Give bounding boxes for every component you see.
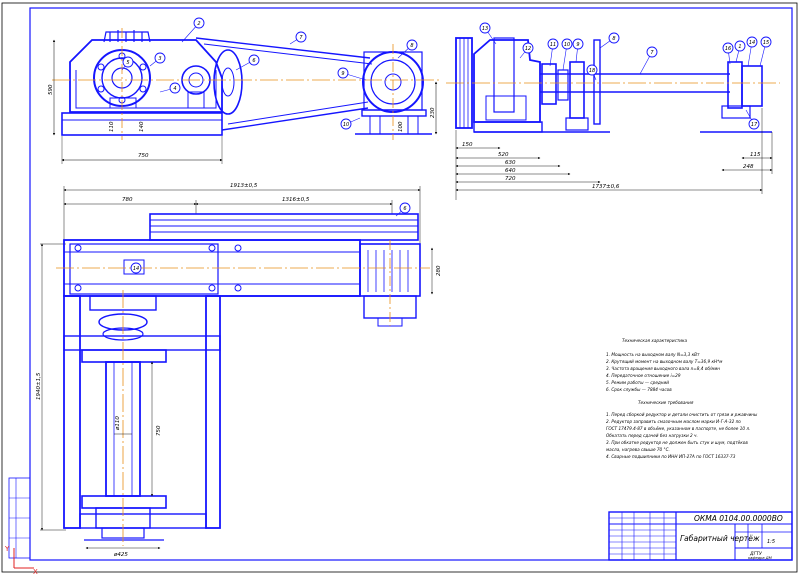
- dim-side-b: 520: [498, 152, 509, 158]
- dim-side-a: 150: [462, 142, 473, 148]
- dim-motor-height: 230: [430, 107, 436, 118]
- position-balloon: 7: [289, 31, 307, 45]
- position-balloon: 10: [340, 117, 361, 130]
- balloon-number: 4: [173, 86, 176, 92]
- tech-req-title: Технические требования: [638, 400, 694, 405]
- dim-plan-shaft-dia: ø110: [115, 416, 121, 431]
- plan-view: 1913±0,5 780 1316±0,5 1940±1,5 280 ø425: [36, 183, 442, 558]
- title-org-2: кафедра ДМ: [748, 556, 772, 560]
- position-balloon: 3: [149, 52, 166, 67]
- tech-req-block: Технические требования 1. Перед сборкой …: [606, 400, 758, 459]
- position-balloon: 11: [547, 38, 559, 67]
- balloon-number: 10: [564, 42, 570, 48]
- balloon-number: 13: [482, 26, 488, 32]
- tech-spec-block: Техническая характеристика 1. Мощность н…: [606, 338, 722, 392]
- dim-front-width: 750: [138, 153, 149, 159]
- note-line: 1. Перед сборкой редуктор и детали очист…: [606, 412, 758, 417]
- balloon-number: 17: [751, 122, 758, 128]
- axis-y-label: Y: [4, 545, 10, 553]
- position-balloon: 5: [121, 56, 134, 71]
- drawing-sheet: Y X 750 590 110 140 230 100 2345 678910 …: [1, 2, 798, 575]
- note-line: Обкатать перед сдачей без нагрузки 2 ч.: [606, 433, 698, 438]
- note-line: 5. Режим работы — средний: [606, 380, 669, 385]
- position-balloon: 4: [159, 82, 181, 94]
- balloon-number: 9: [341, 71, 344, 77]
- note-line: 2. Редуктор заправить смазочным маслом м…: [606, 419, 741, 424]
- title-designation: ОКМА 0104.00.0000ВО: [694, 514, 783, 523]
- title-block: ОКМА 0104.00.0000ВО Габаритный чертёж 1:…: [608, 511, 793, 561]
- title-name: Габаритный чертёж: [680, 534, 760, 543]
- title-scale: 1:5: [767, 539, 775, 545]
- dim-front-height: 590: [48, 84, 54, 95]
- position-balloon: 14: [130, 262, 142, 274]
- dim-side-total: 1737±0,6: [592, 184, 620, 190]
- dim-plan-a: 780: [122, 197, 133, 203]
- note-line: 1. Мощность на выходном валу N=3,3 кВт: [606, 352, 700, 357]
- dim-plan-b: 1316±0,5: [282, 197, 310, 203]
- position-balloon: 16: [722, 42, 734, 65]
- dim-plan-shaft-len: 750: [156, 425, 162, 436]
- position-balloon: 9: [572, 38, 584, 63]
- balloon-number: 18: [589, 68, 595, 74]
- balloon-number: 14: [133, 266, 139, 272]
- dim-side-c: 630: [505, 160, 516, 166]
- position-balloon: 7: [639, 46, 658, 75]
- side-stamp: [8, 477, 31, 559]
- position-balloon: 15: [759, 36, 772, 67]
- position-balloon: 9: [337, 67, 367, 81]
- balloon-number: 9: [576, 42, 579, 48]
- note-line: 3. При обкатке редуктор не должен быть с…: [606, 440, 748, 445]
- balloon-number: 11: [550, 42, 556, 48]
- dim-side-d: 640: [505, 168, 516, 174]
- balloon-number: 5: [126, 60, 129, 66]
- tech-spec-title: Техническая характеристика: [622, 338, 688, 343]
- balloon-number: 8: [410, 43, 413, 49]
- note-line: 4. Передаточное отношение i=29: [606, 373, 681, 378]
- balloon-number: 10: [343, 122, 349, 128]
- balloon-number: 15: [763, 40, 769, 46]
- balloon-number: 16: [725, 46, 731, 52]
- balloon-number: 6: [252, 58, 255, 64]
- note-line: 4. Сварные подшипники по ИНН ИП-27А по Г…: [606, 454, 736, 459]
- balloon-number: 1: [738, 44, 741, 50]
- note-line: 2. Крутящий момент на выходном валу T=36…: [606, 359, 722, 364]
- position-balloon: 8: [599, 32, 620, 49]
- position-balloon: 1: [734, 40, 746, 63]
- dim-plan-motor: 280: [436, 265, 442, 276]
- balloon-number: 12: [525, 46, 531, 52]
- dim-plan-total: 1913±0,5: [230, 183, 258, 189]
- front-view: 750 590 110 140 230 100: [48, 28, 440, 164]
- position-balloon: 14: [746, 36, 758, 67]
- position-balloon: 17: [745, 109, 760, 130]
- note-line: 6. Срок службы — 7884 часов: [606, 387, 672, 392]
- dim-plan-height: 1940±1,5: [36, 372, 42, 400]
- balloon-number: 8: [612, 36, 615, 42]
- dim-side-e: 720: [505, 176, 516, 182]
- dim-motor-base: 100: [398, 121, 404, 132]
- dim-front-foot-b: 140: [139, 121, 145, 132]
- balloon-number: 6: [403, 206, 406, 212]
- balloon-number: 3: [158, 56, 161, 62]
- dim-side-f: 115: [750, 152, 761, 158]
- note-line: масла, нагрева свыше 70 °С.: [606, 447, 670, 452]
- position-balloon: 18: [586, 64, 598, 81]
- position-balloon: 12: [519, 42, 534, 59]
- dim-side-g: 248: [743, 164, 754, 170]
- axis-x-label: X: [33, 568, 38, 575]
- note-line: ГОСТ 17479.4-87 в объёме, указанном в па…: [606, 426, 750, 431]
- balloon-number: 2: [197, 21, 200, 27]
- balloon-number: 14: [749, 40, 755, 46]
- dim-plan-bottom: ø425: [113, 552, 128, 558]
- note-line: 3. Частота вращения выходного вала n=8,4…: [606, 366, 720, 371]
- dim-front-foot-a: 110: [109, 121, 115, 132]
